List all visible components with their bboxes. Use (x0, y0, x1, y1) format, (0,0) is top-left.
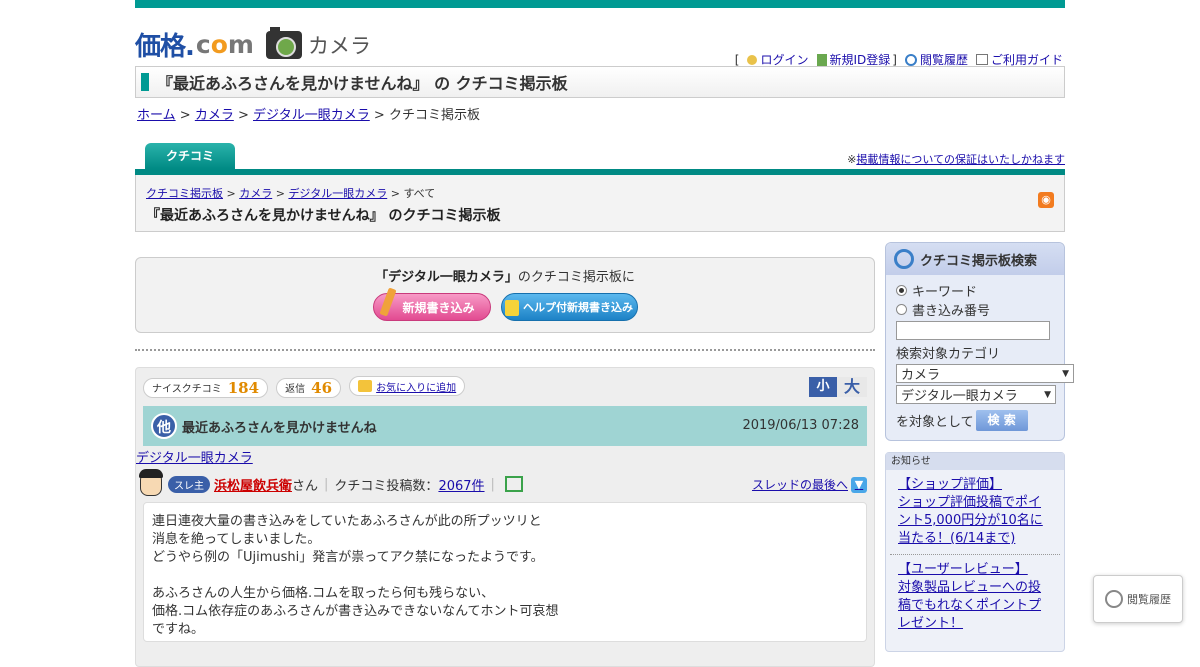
search-panel-title: クチコミ掲示板検索 (920, 253, 1038, 269)
magnifier-icon (894, 249, 914, 269)
search-button[interactable]: 検 索 (975, 410, 1028, 431)
logo-kakaku: 価格. (135, 32, 195, 62)
sub-bc-dslr[interactable]: デジタル一眼カメラ (288, 187, 387, 200)
post-body: 連日連夜大量の書き込みをしていたあふろさんが此の所プッツリと 消息を絶ってしまい… (143, 502, 867, 642)
new-post-box: 「デジタル一眼カメラ」のクチコミ掲示板に 新規書き込み ヘルプ付新規書き込み (135, 257, 875, 333)
dotted-divider (135, 349, 875, 351)
floating-history-button[interactable]: 閲覧履歴 (1093, 575, 1183, 623)
sub-bc-board[interactable]: クチコミ掲示板 (146, 187, 223, 200)
radio-post-number[interactable]: 書き込み番号 (896, 300, 1054, 319)
favorite-pill[interactable]: お気に入りに追加 (349, 376, 466, 396)
add-favorite-link[interactable]: お気に入りに追加 (376, 379, 456, 394)
notice-panel: お知らせ 【ショップ評価】 ショップ評価投稿でポイント5,000円分が10名に当… (885, 452, 1065, 652)
notice-item: 【ユーザーレビュー】 対象製品レビューへの投稿でもれなくポイントプレゼント！ (890, 555, 1060, 639)
logo-camera-section[interactable]: カメラ (265, 26, 371, 60)
keyword-input[interactable] (896, 321, 1050, 340)
thread-panel: ナイスクチコミ 184 返信 46 お気に入りに追加 小 大 他 最近あふろさんを見… (135, 367, 875, 667)
new-post-button[interactable]: 新規書き込み (372, 287, 491, 321)
notice-review-title[interactable]: 【ユーザーレビュー】 (898, 562, 1028, 577)
section-name: カメラ (307, 33, 371, 58)
board-title: 『最近あふろさんを見かけませんね』 のクチコミ掲示板 (146, 208, 501, 224)
sub-header-panel: クチコミ掲示板 > カメラ > デジタル一眼カメラ > すべて 『最近あふろさん… (135, 175, 1065, 232)
thread-date: 2019/06/13 07:28 (742, 418, 859, 433)
thread-title: 最近あふろさんを見かけませんね (182, 420, 377, 436)
thread-category-link[interactable]: デジタル一眼カメラ (136, 451, 253, 466)
breadcrumb-camera[interactable]: カメラ (195, 108, 234, 123)
breadcrumb-dslr[interactable]: デジタル一眼カメラ (253, 108, 370, 123)
guide-icon (975, 54, 988, 65)
subcategory-select[interactable]: デジタル一眼カメラ ▼ (896, 385, 1056, 404)
board-search-panel: クチコミ掲示板検索 キーワード 書き込み番号 検索対象カテゴリ カメラ ▼ デジタ… (885, 242, 1074, 441)
radio-number-dot[interactable] (896, 304, 907, 315)
post-box-lead: 「デジタル一眼カメラ」のクチコミ掲示板に (375, 270, 635, 285)
notice-heading: お知らせ (886, 453, 1064, 470)
thread-header: 他 最近あふろさんを見かけませんね 2019/06/13 07:28 (143, 406, 867, 446)
breadcrumb: ホーム > カメラ > デジタル一眼カメラ > クチコミ掲示板 (137, 108, 480, 123)
sub-breadcrumb: クチコミ掲示板 > カメラ > デジタル一眼カメラ > すべて (146, 187, 436, 200)
disclaimer-link[interactable]: 掲載情報についての保証はいたしかねます (856, 153, 1065, 166)
dropdown-arrow-icon: ▼ (1062, 368, 1069, 379)
arrow-down-icon: ▼ (851, 476, 867, 493)
avatar (136, 468, 166, 500)
post-count-link[interactable]: 2067件 (438, 475, 484, 494)
sub-bc-camera[interactable]: カメラ (239, 187, 272, 200)
camera-icon (265, 26, 302, 59)
site-logo[interactable]: 価格. com カメラ (135, 26, 371, 63)
target-label: を対象として (896, 415, 974, 430)
notice-shop-text[interactable]: ショップ評価投稿でポイント5,000円分が10名に当たる！(6/14まで) (898, 495, 1043, 546)
title-accent (141, 73, 149, 91)
logo-com: com (195, 30, 254, 59)
category-other-badge: 他 (151, 413, 177, 439)
radio-keyword[interactable]: キーワード (896, 281, 1054, 300)
breadcrumb-home[interactable]: ホーム (137, 108, 176, 123)
notice-review-text[interactable]: 対象製品レビューへの投稿でもれなくポイントプレゼント！ (898, 580, 1041, 631)
help-post-button[interactable]: ヘルプ付新規書き込み (500, 293, 638, 321)
tab-row: クチコミ ※掲載情報についての保証はいたしかねます (135, 143, 1065, 173)
jump-to-last-link[interactable]: スレッドの最後へ ▼ (752, 476, 867, 493)
category-label: 検索対象カテゴリ (896, 347, 1001, 362)
main-column: 「デジタル一眼カメラ」のクチコミ掲示板に 新規書き込み ヘルプ付新規書き込み ナ… (135, 257, 875, 667)
page-title: 『最近あふろさんを見かけませんね』 の クチコミ掲示板 (157, 74, 568, 93)
page-title-bar: 『最近あふろさんを見かけませんね』 の クチコミ掲示板 (135, 66, 1065, 98)
thread-starter-badge: スレ主 (168, 475, 210, 493)
author-suffix: さん (292, 478, 319, 494)
sub-bc-current: すべて (403, 187, 436, 200)
tab-kuchikomi[interactable]: クチコミ (145, 143, 235, 169)
top-brand-bar (135, 0, 1065, 8)
font-size-large-button[interactable]: 大 (837, 377, 867, 397)
post-count-label: クチコミ投稿数： (334, 478, 439, 494)
notice-item: 【ショップ評価】 ショップ評価投稿でポイント5,000円分が10名に当たる！(6… (890, 470, 1060, 555)
history-icon (904, 53, 917, 66)
author-row: スレ主 浜松屋飲兵衛 さん | クチコミ投稿数： 2067件 | スレッドの最後… (136, 466, 867, 502)
font-size-switch: 小 大 (809, 377, 867, 397)
site-header: 価格. com カメラ [ ログイン 新規ID登録 ] 閲覧履歴 ご利用ガイド (135, 8, 1065, 67)
sidebar: クチコミ掲示板検索 キーワード 書き込み番号 検索対象カテゴリ カメラ ▼ デジタ… (885, 242, 1074, 652)
home-icon[interactable] (504, 476, 523, 492)
notice-shop-title[interactable]: 【ショップ評価】 (898, 477, 1002, 492)
category-select[interactable]: カメラ ▼ (896, 364, 1074, 383)
key-icon (747, 54, 758, 65)
history-icon (1105, 590, 1123, 608)
author-name[interactable]: 浜松屋飲兵衛 (214, 475, 292, 494)
pencil-icon (378, 287, 397, 317)
nice-count-pill: ナイスクチコミ 184 (143, 377, 269, 398)
folder-icon (358, 380, 373, 392)
disclaimer: ※掲載情報についての保証はいたしかねます (847, 153, 1065, 166)
dropdown-arrow-icon: ▼ (1044, 389, 1051, 400)
post-body-text: 連日連夜大量の書き込みをしていたあふろさんが此の所プッツリと 消息を絶ってしまい… (152, 514, 559, 637)
register-icon (816, 53, 827, 66)
reply-count-pill: 返信 46 (276, 377, 342, 398)
breadcrumb-current: クチコミ掲示板 (388, 108, 480, 123)
font-size-small-button[interactable]: 小 (809, 377, 837, 397)
help-book-icon (505, 300, 519, 316)
rss-icon[interactable]: ◉ (1038, 192, 1054, 208)
radio-keyword-dot[interactable] (896, 285, 907, 296)
